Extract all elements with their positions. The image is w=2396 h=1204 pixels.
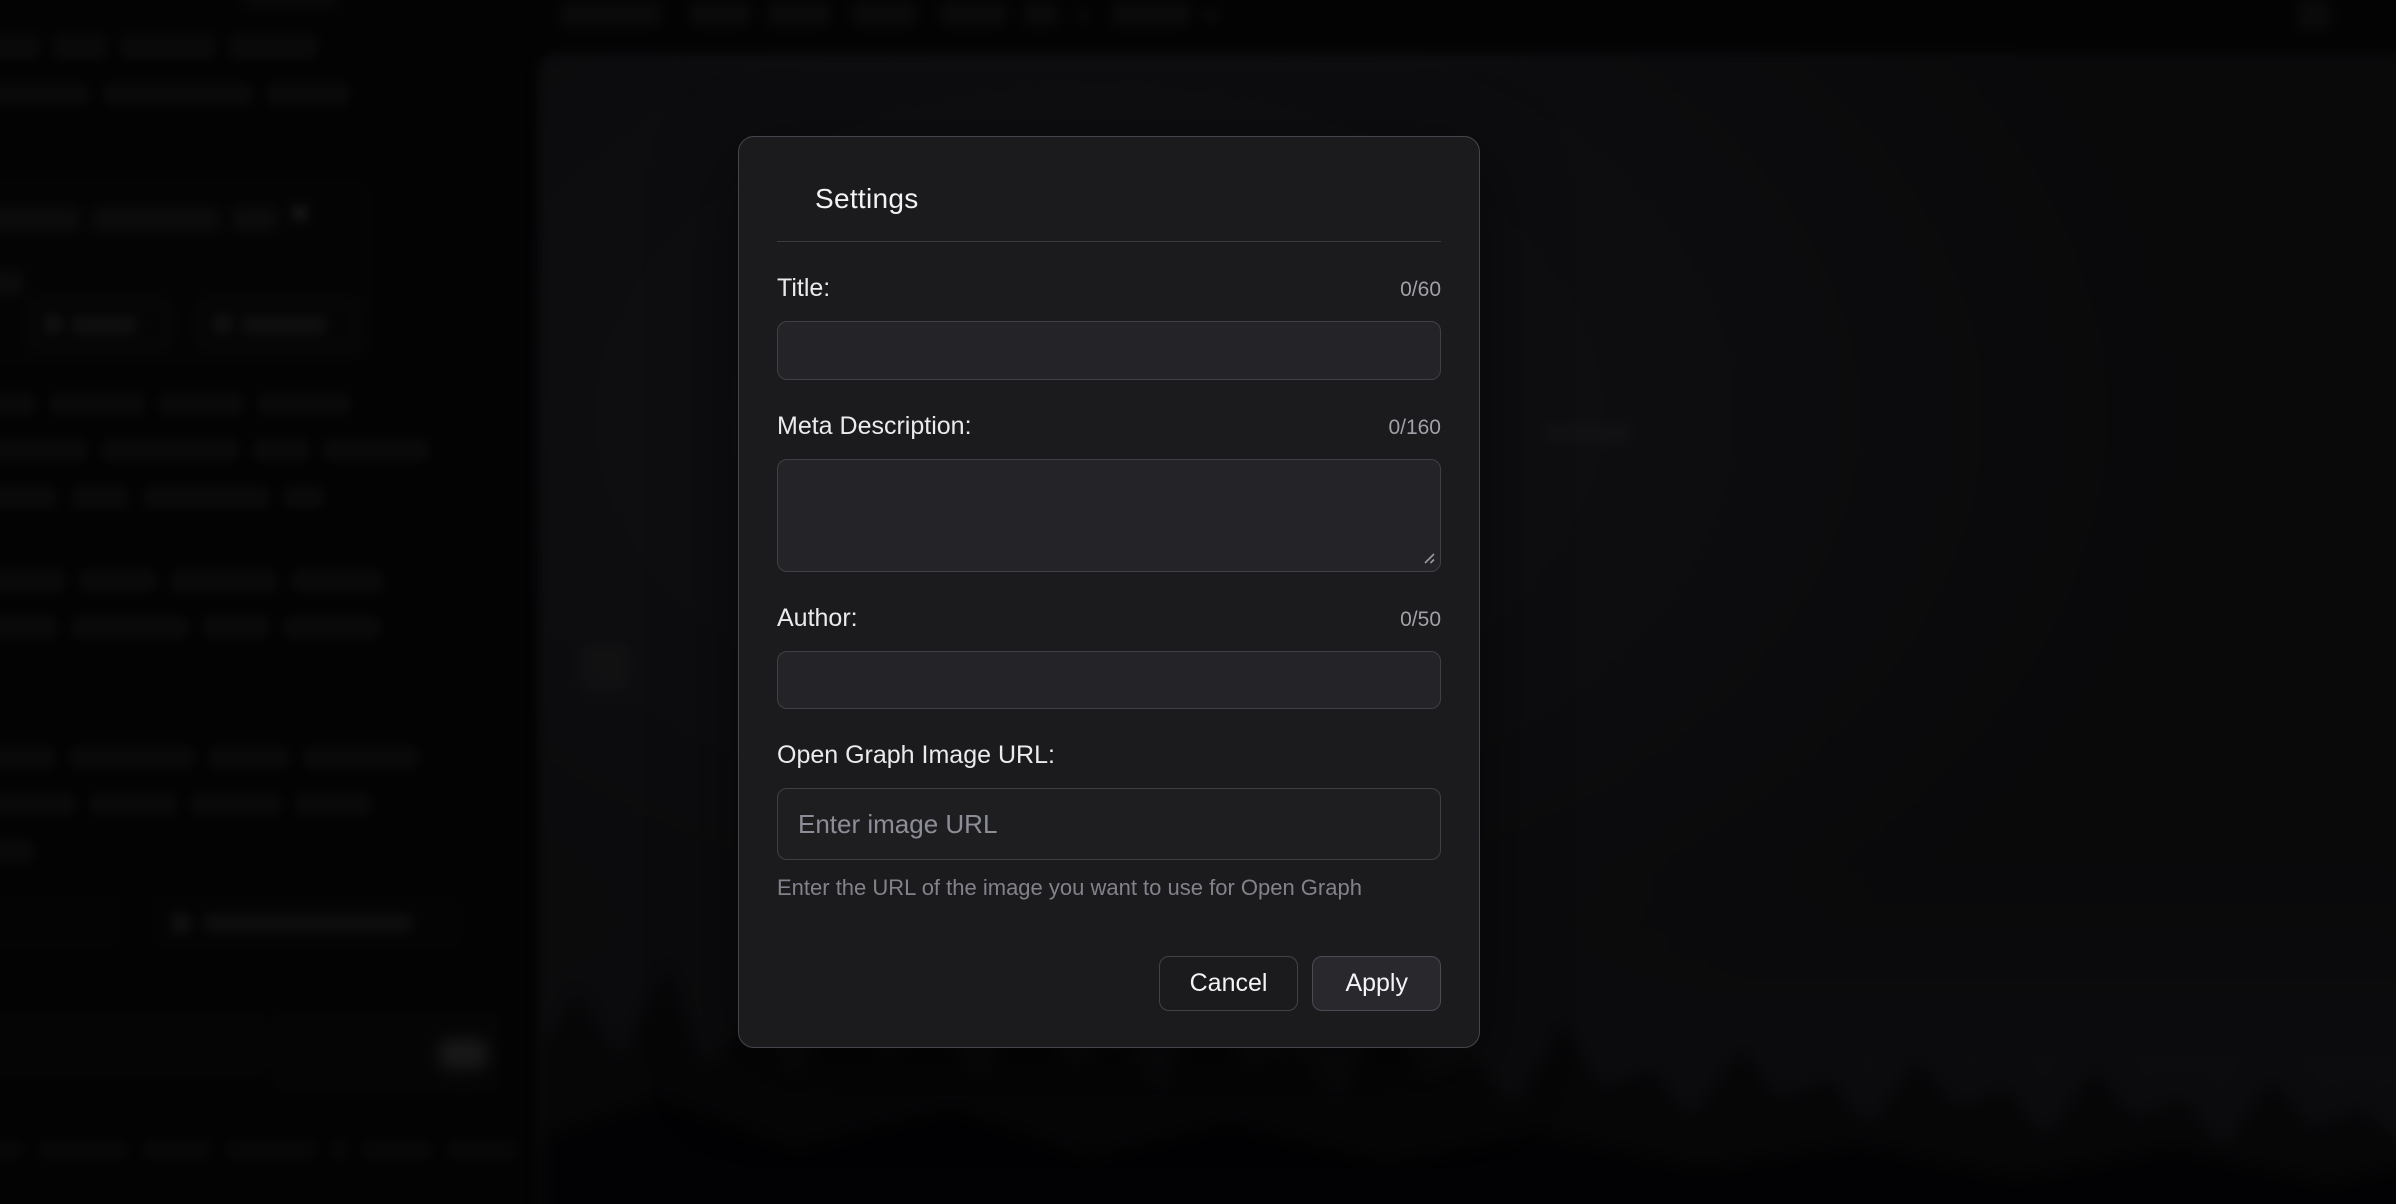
meta-description-wrap: [777, 459, 1441, 572]
title-char-counter: 0/60: [1400, 278, 1441, 302]
modal-divider: [777, 241, 1441, 242]
og-image-url-input[interactable]: [777, 788, 1441, 860]
author-input[interactable]: [777, 651, 1441, 709]
app-root: ⌄ ✕: [0, 0, 2396, 1204]
author-label: Author:: [777, 604, 858, 633]
modal-footer: Cancel Apply: [777, 956, 1441, 1011]
modal-title: Settings: [815, 179, 1441, 219]
og-image-label-row: Open Graph Image URL:: [777, 741, 1441, 770]
meta-description-textarea[interactable]: [777, 459, 1441, 572]
apply-button[interactable]: Apply: [1312, 956, 1441, 1011]
meta-description-char-counter: 0/160: [1388, 416, 1441, 440]
settings-modal: Settings Title: 0/60 Meta Description: 0…: [738, 136, 1480, 1048]
title-label: Title:: [777, 274, 830, 303]
cancel-button[interactable]: Cancel: [1159, 956, 1299, 1011]
og-image-label: Open Graph Image URL:: [777, 741, 1055, 770]
title-label-row: Title: 0/60: [777, 274, 1441, 303]
og-image-helper-text: Enter the URL of the image you want to u…: [777, 875, 1441, 901]
author-char-counter: 0/50: [1400, 608, 1441, 632]
meta-description-label-row: Meta Description: 0/160: [777, 412, 1441, 441]
meta-description-label: Meta Description:: [777, 412, 972, 441]
author-label-row: Author: 0/50: [777, 604, 1441, 633]
title-input[interactable]: [777, 321, 1441, 380]
